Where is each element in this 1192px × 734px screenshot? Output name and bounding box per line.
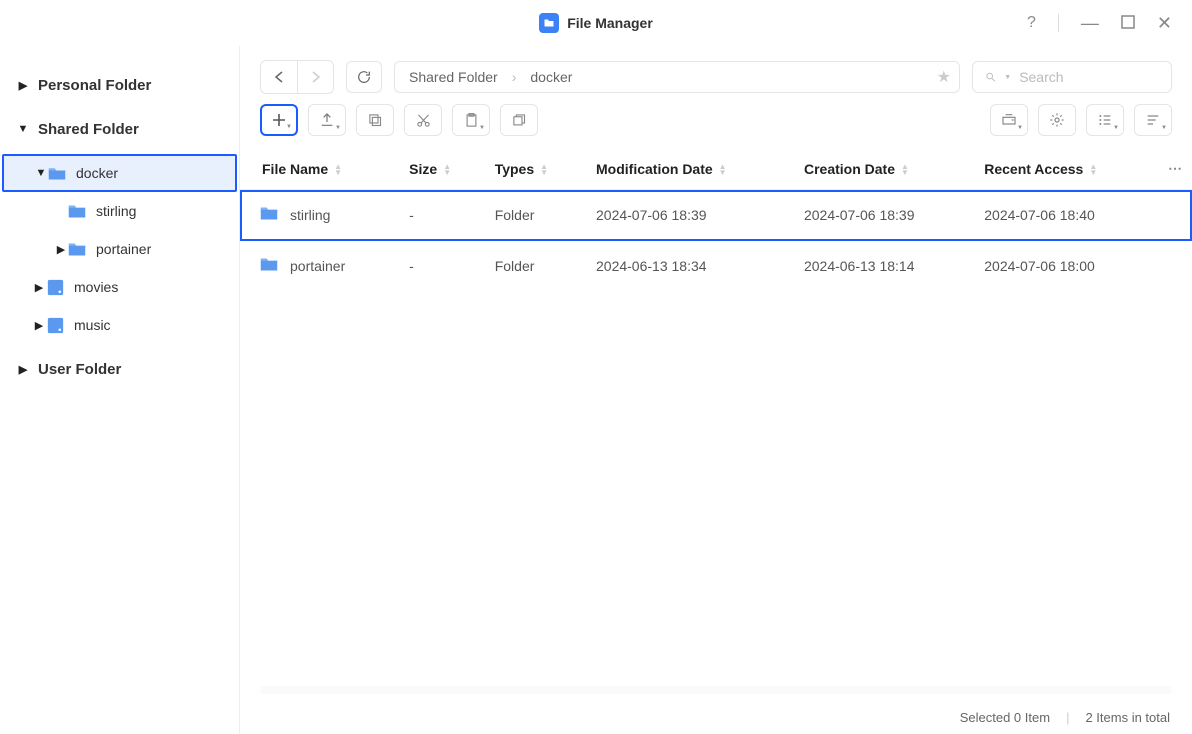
status-total: 2 Items in total [1085, 710, 1170, 725]
sidebar-item-user-folder[interactable]: ▶ User Folder [0, 350, 239, 388]
refresh-button[interactable] [346, 61, 382, 93]
file-modified: 2024-06-13 18:34 [586, 241, 794, 292]
file-name: portainer [290, 258, 345, 274]
chevron-right-icon: › [512, 69, 517, 85]
col-size[interactable]: Size▲▼ [399, 148, 485, 190]
caret-right-icon: ▶ [32, 319, 46, 332]
col-types[interactable]: Types▲▼ [485, 148, 586, 190]
remote-button[interactable]: ▼ [990, 104, 1028, 136]
search-input[interactable] [1019, 69, 1159, 85]
caret-right-icon: ▶ [16, 363, 30, 376]
new-button[interactable]: ▼ [260, 104, 298, 136]
file-type: Folder [485, 190, 586, 241]
sidebar-item-personal-folder[interactable]: ▶ Personal Folder [0, 66, 239, 104]
breadcrumb-part[interactable]: docker [530, 69, 572, 85]
caret-down-icon: ▼ [1004, 74, 1011, 81]
folder-icon [260, 257, 278, 275]
folder-open-icon [48, 164, 66, 182]
sort-button[interactable]: ▼ [1134, 104, 1172, 136]
search-icon [985, 70, 996, 84]
status-bar: Selected 0 Item | 2 Items in total [240, 700, 1192, 734]
table-row[interactable]: portainer -Folder2024-06-13 18:342024-06-… [240, 241, 1192, 292]
status-selected: Selected 0 Item [960, 710, 1050, 725]
close-icon[interactable]: ✕ [1157, 13, 1172, 34]
sort-icon: ▲▼ [540, 164, 548, 176]
file-type: Folder [485, 241, 586, 292]
sidebar-item-shared-folder[interactable]: ▼ Shared Folder [0, 110, 239, 148]
file-size: - [399, 190, 485, 241]
sidebar-item-portainer[interactable]: ▶ portainer [0, 230, 239, 268]
drive-icon [46, 278, 64, 296]
breadcrumb[interactable]: Shared Folder › docker ★ [394, 61, 960, 93]
windows-button[interactable] [500, 104, 538, 136]
maximize-icon[interactable] [1121, 15, 1135, 32]
caret-down-icon: ▼ [34, 167, 48, 179]
table-row[interactable]: stirling-Folder2024-07-06 18:392024-07-0… [240, 190, 1192, 241]
sidebar-item-docker[interactable]: ▼ docker [2, 154, 237, 192]
file-name: stirling [290, 207, 330, 223]
folder-icon [68, 202, 86, 220]
file-size: - [399, 241, 485, 292]
search-box[interactable]: ▼ [972, 61, 1172, 93]
help-icon[interactable]: ? [1027, 14, 1036, 32]
file-table: File Name▲▼ Size▲▼ Types▲▼ Modification … [240, 148, 1192, 686]
col-file-name[interactable]: File Name▲▼ [240, 148, 399, 190]
titlebar: File Manager ? — ✕ [0, 0, 1192, 46]
copy-button[interactable] [356, 104, 394, 136]
drive-icon [46, 316, 64, 334]
file-created: 2024-06-13 18:14 [794, 241, 974, 292]
sort-icon: ▲▼ [1089, 164, 1097, 176]
caret-down-icon: ▼ [16, 123, 30, 135]
favorite-icon[interactable]: ★ [937, 67, 951, 87]
more-columns-icon[interactable]: ⋯ [1158, 148, 1192, 190]
sort-icon: ▲▼ [443, 164, 451, 176]
nav-forward-button[interactable] [297, 61, 333, 93]
file-created: 2024-07-06 18:39 [794, 190, 974, 241]
sidebar: ▶ Personal Folder ▼ Shared Folder ▼ dock… [0, 46, 240, 734]
caret-right-icon: ▶ [54, 243, 68, 256]
horizontal-scrollbar[interactable] [260, 686, 1172, 694]
caret-right-icon: ▶ [16, 79, 30, 92]
sort-icon: ▲▼ [901, 164, 909, 176]
col-access[interactable]: Recent Access▲▼ [974, 148, 1158, 190]
col-creation[interactable]: Creation Date▲▼ [794, 148, 974, 190]
upload-button[interactable]: ▼ [308, 104, 346, 136]
folder-icon [260, 206, 278, 224]
sort-icon: ▲▼ [334, 164, 342, 176]
sidebar-item-movies[interactable]: ▶ movies [0, 268, 239, 306]
col-modification[interactable]: Modification Date▲▼ [586, 148, 794, 190]
minimize-icon[interactable]: — [1081, 13, 1099, 34]
settings-button[interactable] [1038, 104, 1076, 136]
breadcrumb-part[interactable]: Shared Folder [409, 69, 498, 85]
sidebar-item-music[interactable]: ▶ music [0, 306, 239, 344]
caret-right-icon: ▶ [32, 281, 46, 294]
sidebar-item-stirling[interactable]: ▶ stirling [0, 192, 239, 230]
view-list-button[interactable]: ▼ [1086, 104, 1124, 136]
app-title: File Manager [567, 15, 653, 31]
paste-button[interactable]: ▼ [452, 104, 490, 136]
cut-button[interactable] [404, 104, 442, 136]
titlebar-separator [1058, 14, 1059, 32]
sort-icon: ▲▼ [719, 164, 727, 176]
file-access: 2024-07-06 18:00 [974, 241, 1158, 292]
file-modified: 2024-07-06 18:39 [586, 190, 794, 241]
app-icon [539, 13, 559, 33]
folder-icon [68, 240, 86, 258]
nav-back-button[interactable] [261, 61, 297, 93]
file-access: 2024-07-06 18:40 [974, 190, 1158, 241]
